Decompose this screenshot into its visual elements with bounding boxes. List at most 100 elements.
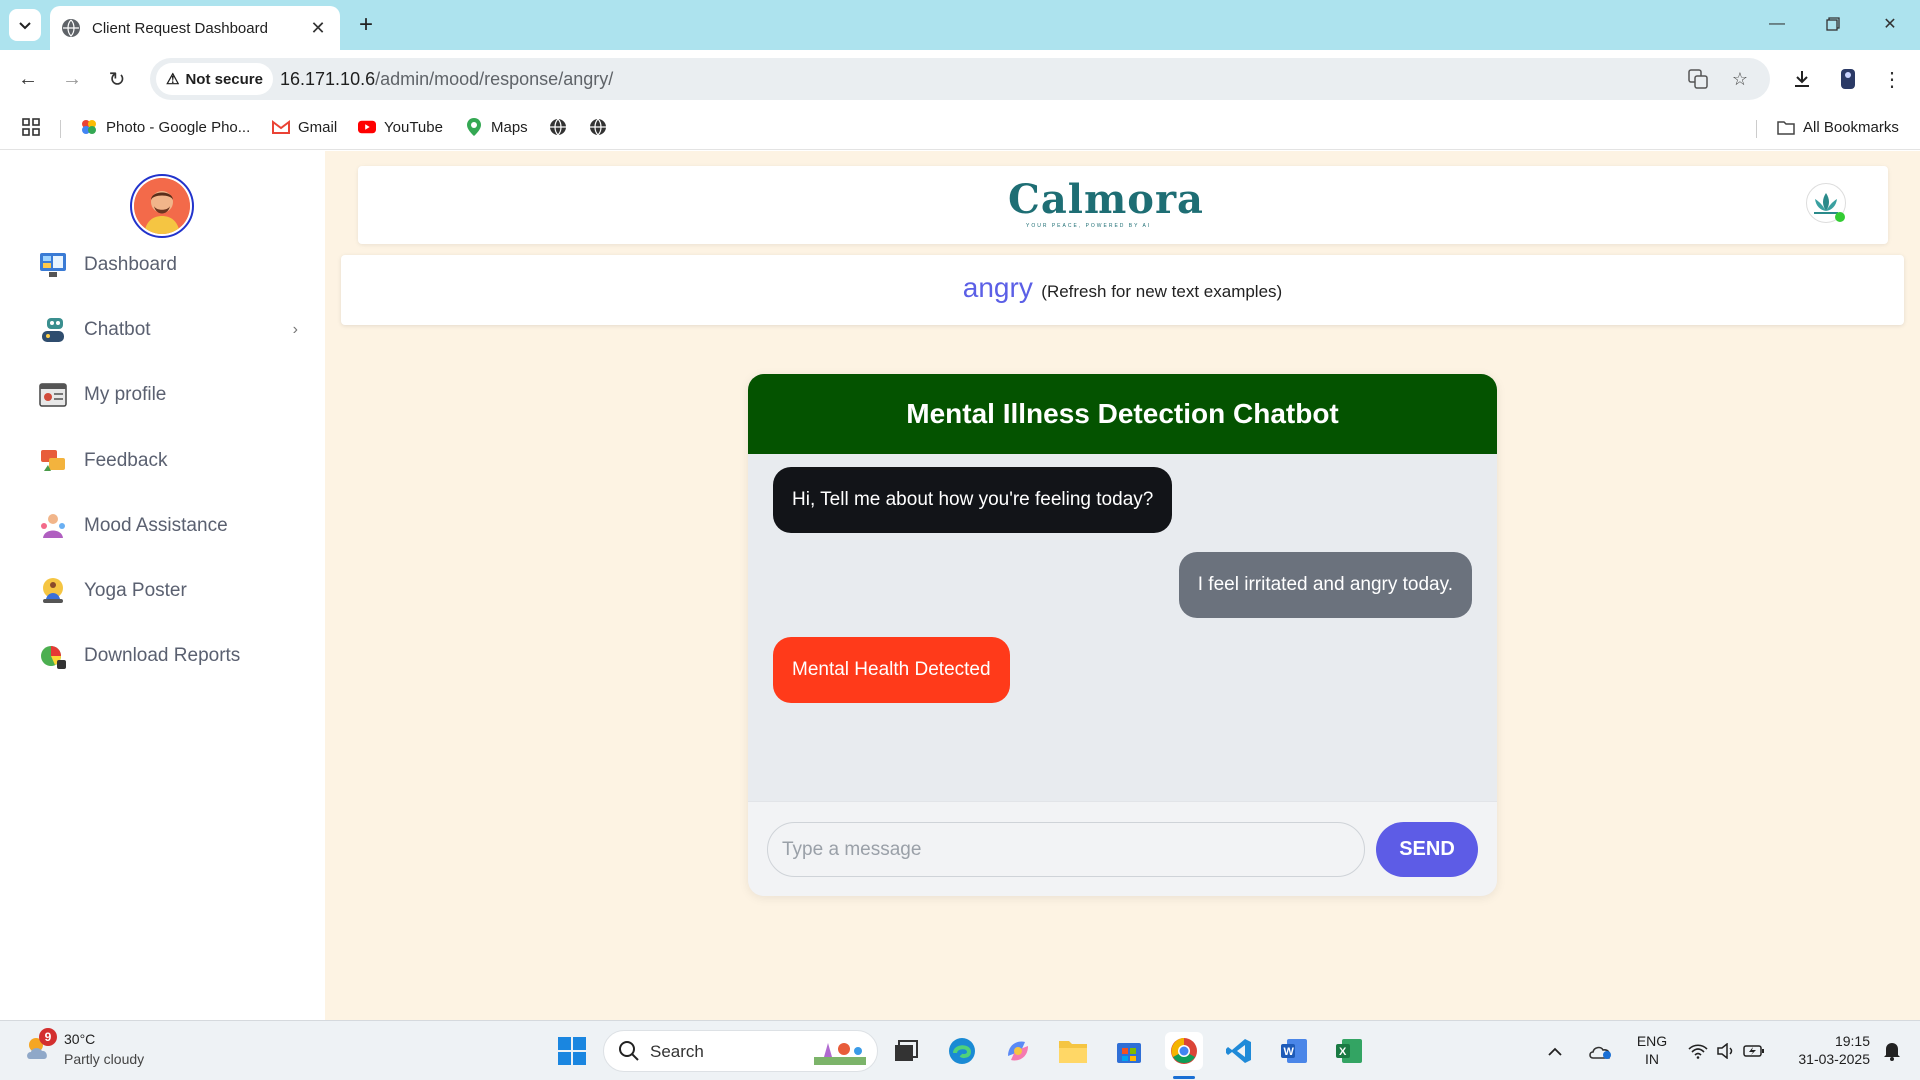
- search-label: Search: [650, 1042, 704, 1061]
- chrome-icon[interactable]: [1165, 1032, 1203, 1070]
- sidebar-item-mood-assistance[interactable]: Mood Assistance: [38, 506, 298, 546]
- copilot-icon[interactable]: [999, 1032, 1037, 1070]
- message-input[interactable]: [767, 822, 1365, 877]
- bookmark-youtube[interactable]: YouTube: [358, 118, 443, 136]
- mood-word: angry: [962, 272, 1033, 303]
- sidebar-item-label: Dashboard: [84, 254, 177, 275]
- brand-tagline: YOUR PEACE, POWERED BY AI: [1026, 223, 1152, 229]
- sidebar-item-download-reports[interactable]: Download Reports: [38, 636, 298, 676]
- security-label: Not secure: [185, 70, 263, 88]
- chatbot-icon: [38, 315, 68, 345]
- sidebar-item-dashboard[interactable]: Dashboard: [38, 245, 298, 285]
- chevron-down-icon: [19, 22, 31, 30]
- chatbot-panel: Mental Illness Detection Chatbot Hi, Tel…: [748, 374, 1497, 896]
- sidebar: Dashboard Chatbot › My profile Feedback: [0, 151, 325, 1020]
- globe-icon: [549, 118, 567, 136]
- browser-tab-active[interactable]: Client Request Dashboard ✕: [50, 6, 340, 50]
- apps-grid-icon[interactable]: [22, 118, 40, 136]
- os-taskbar: 9 30°C Partly cloudy Search W X ENG IN 1…: [0, 1020, 1920, 1080]
- sidebar-item-label: Chatbot: [84, 319, 151, 340]
- chevron-right-icon[interactable]: ›: [293, 321, 298, 339]
- download-icon[interactable]: [1786, 63, 1818, 95]
- onedrive-icon[interactable]: [1586, 1032, 1616, 1070]
- back-arrow-icon[interactable]: ←: [12, 63, 44, 95]
- weather-temperature[interactable]: 30°C: [64, 1031, 95, 1047]
- brand-logo-text[interactable]: Calmora: [1008, 176, 1204, 223]
- youtube-icon: [358, 118, 376, 136]
- language-indicator[interactable]: ENG IN: [1632, 1032, 1672, 1068]
- chat-title: Mental Illness Detection Chatbot: [748, 374, 1497, 454]
- notification-badge: 9: [39, 1028, 57, 1046]
- weather-description[interactable]: Partly cloudy: [64, 1051, 144, 1067]
- volume-icon[interactable]: [1713, 1032, 1739, 1070]
- window-close-icon[interactable]: ✕: [1870, 8, 1910, 40]
- sidebar-item-yoga-poster[interactable]: Yoga Poster: [38, 571, 298, 611]
- address-bar[interactable]: ⚠ Not secure 16.171.10.6/admin/mood/resp…: [150, 58, 1770, 100]
- clock-time: 19:15: [1834, 1033, 1870, 1049]
- chat-message-result: Mental Health Detected: [773, 637, 1010, 703]
- user-avatar[interactable]: [130, 174, 194, 238]
- bookmark-globe-2[interactable]: [589, 118, 615, 136]
- sidebar-item-feedback[interactable]: Feedback: [38, 441, 298, 481]
- edge-browser-icon[interactable]: [943, 1032, 981, 1070]
- tab-close-icon[interactable]: ✕: [308, 18, 328, 39]
- globe-icon: [62, 19, 80, 37]
- chat-input-bar: SEND: [748, 801, 1497, 896]
- microsoft-store-icon[interactable]: [1110, 1032, 1148, 1070]
- bookmark-label: Gmail: [298, 118, 338, 136]
- google-photos-icon: [80, 118, 98, 136]
- windows-start-icon[interactable]: [553, 1032, 591, 1070]
- bookmarks-divider: [60, 120, 61, 138]
- bookmark-photos[interactable]: Photo - Google Pho...: [80, 118, 250, 136]
- notification-bell-icon[interactable]: [1877, 1032, 1907, 1070]
- more-menu-icon[interactable]: ⋮: [1876, 63, 1908, 95]
- bookmark-star-icon[interactable]: ☆: [1728, 67, 1752, 91]
- yoga-icon: [38, 576, 68, 606]
- restore-icon[interactable]: [1813, 8, 1853, 40]
- search-highlight-icon: [814, 1039, 866, 1070]
- clock[interactable]: 19:15 31-03-2025: [1780, 1032, 1870, 1068]
- send-button[interactable]: SEND: [1376, 822, 1478, 877]
- minimize-icon[interactable]: —: [1757, 8, 1797, 40]
- bookmark-gmail[interactable]: Gmail: [272, 118, 337, 136]
- active-app-indicator: [1173, 1076, 1195, 1079]
- brand-header: Calmora YOUR PEACE, POWERED BY AI: [358, 166, 1888, 244]
- reload-icon[interactable]: ↻: [101, 63, 133, 95]
- word-icon[interactable]: W: [1275, 1032, 1313, 1070]
- bookmark-maps[interactable]: Maps: [465, 118, 528, 136]
- tray-chevron-up-icon[interactable]: [1543, 1032, 1567, 1070]
- wifi-icon[interactable]: [1685, 1032, 1711, 1070]
- page-content: Dashboard Chatbot › My profile Feedback: [0, 151, 1920, 1020]
- all-bookmarks-label: All Bookmarks: [1803, 118, 1899, 136]
- globe-icon: [589, 118, 607, 136]
- url-text[interactable]: 16.171.10.6/admin/mood/response/angry/: [280, 69, 613, 90]
- bookmark-globe-1[interactable]: [549, 118, 575, 136]
- browser-tab-bar: Client Request Dashboard ✕ + — ✕: [0, 0, 1920, 50]
- vscode-icon[interactable]: [1220, 1032, 1258, 1070]
- lotus-logo-icon[interactable]: [1806, 183, 1846, 223]
- sidebar-item-label: Yoga Poster: [84, 580, 187, 601]
- tab-search-button[interactable]: [9, 9, 41, 41]
- sidebar-item-chatbot[interactable]: Chatbot ›: [38, 310, 298, 350]
- translate-icon[interactable]: [1686, 67, 1710, 91]
- task-view-icon[interactable]: [887, 1032, 925, 1070]
- excel-icon[interactable]: X: [1330, 1032, 1368, 1070]
- browser-toolbar: ← → ↻ ⚠ Not secure 16.171.10.6/admin/moo…: [0, 50, 1920, 108]
- bookmark-label: Maps: [491, 118, 528, 136]
- file-explorer-icon[interactable]: [1054, 1032, 1092, 1070]
- battery-charging-icon[interactable]: [1741, 1032, 1767, 1070]
- sidebar-item-profile[interactable]: My profile: [38, 375, 298, 415]
- mood-icon: [38, 511, 68, 541]
- sidebar-item-label: Mood Assistance: [84, 515, 228, 536]
- svg-text:X: X: [1339, 1046, 1347, 1058]
- url-host: 16.171.10.6: [280, 69, 376, 89]
- taskbar-search[interactable]: Search: [603, 1030, 878, 1072]
- security-chip[interactable]: ⚠ Not secure: [156, 63, 273, 95]
- new-tab-button[interactable]: +: [352, 11, 380, 39]
- dashboard-icon: [38, 250, 68, 280]
- chat-message-user: I feel irritated and angry today.: [1178, 552, 1472, 618]
- profile-avatar-icon[interactable]: [1832, 63, 1864, 95]
- forward-arrow-icon[interactable]: →: [56, 63, 88, 95]
- all-bookmarks[interactable]: All Bookmarks: [1777, 118, 1899, 136]
- chat-message-bot: Hi, Tell me about how you're feeling tod…: [773, 467, 1173, 533]
